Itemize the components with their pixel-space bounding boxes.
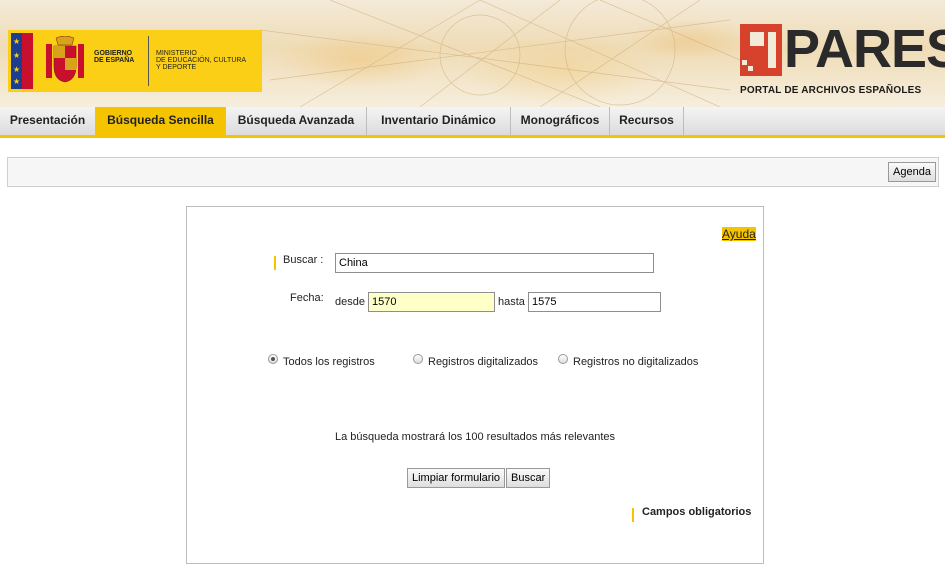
logo-divider bbox=[148, 36, 149, 86]
required-marker bbox=[274, 256, 276, 270]
date-from-label: desde bbox=[335, 296, 365, 308]
pares-wordmark: PARES bbox=[784, 19, 945, 79]
nav-underline bbox=[0, 135, 945, 138]
gobierno-text: GOBIERNO DE ESPAÑA bbox=[94, 50, 135, 64]
required-legend-marker bbox=[632, 508, 634, 522]
nav-tab-monograficos[interactable]: Monográficos bbox=[511, 107, 610, 135]
required-fields-note: Campos obligatorios bbox=[642, 506, 752, 518]
search-label: Buscar : bbox=[283, 254, 324, 266]
site-header: ★ ★ ★ ★ GOBIERNO DE ESPAÑA MINISTERIO DE… bbox=[0, 0, 945, 107]
date-from-input[interactable] bbox=[368, 292, 495, 312]
gobierno-logo[interactable]: ★ ★ ★ ★ GOBIERNO DE ESPAÑA MINISTERIO DE… bbox=[8, 30, 262, 92]
nav-tab-busqueda-avanzada[interactable]: Búsqueda Avanzada bbox=[226, 107, 367, 135]
nav-tab-recursos[interactable]: Recursos bbox=[610, 107, 684, 135]
agenda-button[interactable]: Agenda bbox=[888, 162, 936, 182]
ministerio-text: MINISTERIO DE EDUCACIÓN, CULTURA Y DEPOR… bbox=[156, 50, 247, 71]
help-link[interactable]: Ayuda bbox=[722, 227, 756, 241]
nav-tab-inventario-dinamico[interactable]: Inventario Dinámico bbox=[367, 107, 511, 135]
radio-todos-label: Todos los registros bbox=[283, 356, 375, 368]
search-input[interactable] bbox=[335, 253, 654, 273]
search-button[interactable]: Buscar bbox=[506, 468, 551, 488]
date-label: Fecha: bbox=[290, 292, 324, 304]
radio-no-digitalizados[interactable] bbox=[558, 354, 568, 364]
toolbar bbox=[7, 157, 939, 187]
date-to-label: hasta bbox=[498, 296, 525, 308]
pares-p-mark-icon bbox=[740, 24, 782, 76]
radio-todos[interactable] bbox=[268, 354, 278, 364]
nav-tab-presentacion[interactable]: Presentación bbox=[0, 107, 96, 135]
radio-no-digitalizados-label: Registros no digitalizados bbox=[573, 356, 699, 368]
results-info-text: La búsqueda mostrará los 100 resultados … bbox=[335, 431, 616, 443]
spain-flag-icon: ★ ★ ★ ★ bbox=[11, 33, 33, 89]
coat-of-arms-icon bbox=[46, 36, 84, 83]
radio-digitalizados-label: Registros digitalizados bbox=[428, 356, 539, 368]
radio-digitalizados[interactable] bbox=[413, 354, 423, 364]
pares-subtitle: PORTAL DE ARCHIVOS ESPAÑOLES bbox=[740, 85, 922, 96]
nav-tab-busqueda-sencilla[interactable]: Búsqueda Sencilla bbox=[96, 107, 226, 135]
date-to-input[interactable] bbox=[528, 292, 661, 312]
clear-form-button[interactable]: Limpiar formulario bbox=[407, 468, 506, 488]
pares-logo[interactable]: PARES PORTAL DE ARCHIVOS ESPAÑOLES bbox=[738, 19, 945, 100]
